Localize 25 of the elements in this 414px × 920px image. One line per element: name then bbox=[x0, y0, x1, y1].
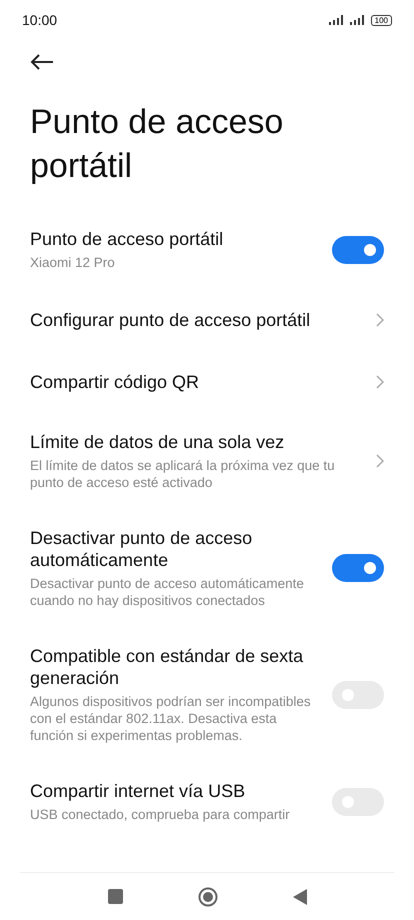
setting-title[interactable]: Compartir código QR bbox=[30, 371, 356, 393]
battery-indicator: 100 bbox=[370, 14, 392, 26]
home-icon[interactable] bbox=[198, 886, 218, 906]
toggle-switch[interactable] bbox=[332, 236, 384, 264]
signal-icon bbox=[350, 15, 367, 25]
toggle-switch[interactable] bbox=[332, 554, 384, 582]
back-icon[interactable] bbox=[30, 54, 54, 70]
setting-title[interactable]: Punto de acceso portátil bbox=[30, 228, 312, 250]
setting-description: El límite de datos se aplicará la próxima vez que tu punto de acceso esté activado bbox=[30, 457, 336, 491]
status-time: 10:00 bbox=[22, 12, 58, 28]
signal-icon bbox=[328, 15, 346, 25]
setting-title[interactable]: Compartir internet vía USB bbox=[30, 780, 312, 802]
setting-title[interactable]: Configurar punto de acceso portátil bbox=[30, 309, 356, 331]
setting-title[interactable]: Compatible con estándar de sexta generación bbox=[30, 645, 312, 689]
setting-title[interactable]: Límite de datos de una sola vez bbox=[30, 431, 356, 453]
recents-icon[interactable] bbox=[108, 889, 122, 904]
chevron-icon bbox=[376, 375, 384, 389]
setting-description: Xiaomi 12 Pro bbox=[30, 254, 116, 271]
setting-description: USB conectado, comprueba para compartir bbox=[30, 806, 291, 823]
chevron-icon bbox=[376, 454, 384, 468]
setting-description: Algunos dispositivos podrían ser incompatibles con el estándar 802.11ax. Desactiva esta función si experimentas problemas. bbox=[30, 693, 312, 744]
chevron-icon bbox=[376, 313, 384, 327]
setting-title[interactable]: Desactivar punto de acceso automáticamente bbox=[30, 527, 312, 571]
page-title: Punto de acceso portátil bbox=[30, 102, 284, 187]
setting-description: Desactivar punto de acceso automáticamente cuando no hay dispositivos conectados bbox=[30, 575, 305, 609]
